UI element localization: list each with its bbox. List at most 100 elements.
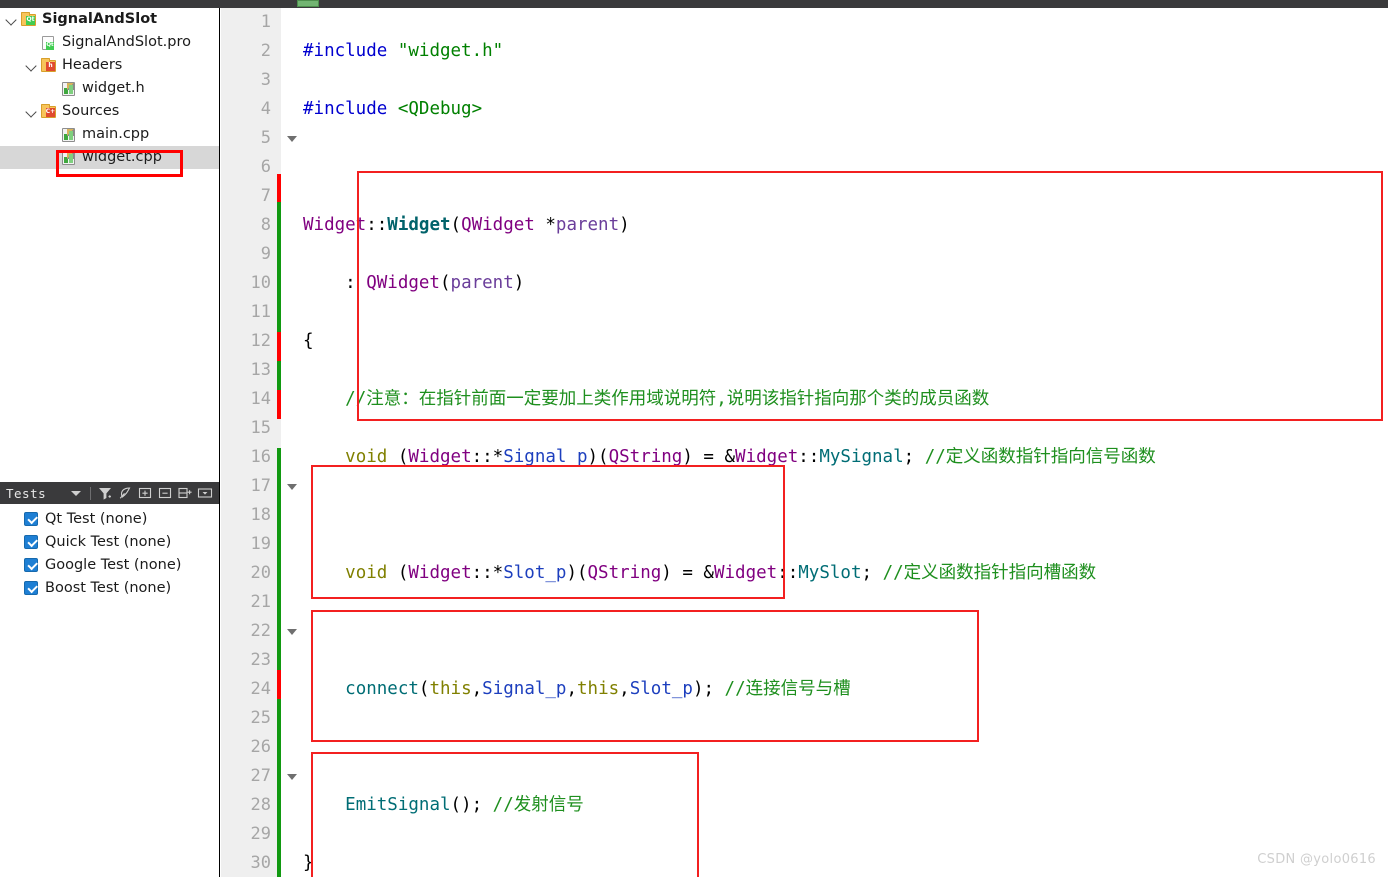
tree-item-widget-cpp[interactable]: widget.cpp — [0, 146, 219, 169]
token: #include — [303, 99, 388, 119]
token: QWidget — [461, 215, 535, 235]
checkbox-checked-icon[interactable] — [24, 534, 38, 549]
token: ( — [418, 679, 430, 699]
changebar-added — [277, 202, 281, 332]
list-item[interactable]: Google Test (none) — [0, 553, 219, 576]
token: :: — [798, 447, 820, 467]
changebar-modified — [277, 174, 281, 202]
token: ) — [619, 215, 630, 235]
line-number: 1 — [260, 12, 271, 32]
tests-list[interactable]: Qt Test (none) Quick Test (none) Google … — [0, 504, 219, 877]
fold-marker-column[interactable] — [285, 8, 303, 877]
tree-item-signalandslot[interactable]: Qt SignalAndSlot — [0, 8, 219, 31]
code-editor[interactable]: 1 2 3 4 5 6 7 8 9 10 11 12 13 14 15 16 17 18 19 20 21 22 23 24 2… — [221, 8, 1388, 877]
token: //注意：在指针前面一定要加上类作用域说明符,说明该指针指向那个类的成员函数 — [345, 389, 990, 409]
source-file-icon — [60, 81, 77, 97]
fold-marker-icon[interactable] — [287, 136, 297, 142]
test-label: Quick Test (none) — [45, 533, 172, 550]
list-item[interactable]: Quick Test (none) — [0, 530, 219, 553]
line-number: 12 — [250, 331, 271, 351]
qt-creator-window: Qt SignalAndSlot Qt SignalAndSlot.pro h … — [0, 0, 1388, 877]
open-file-tab-icon[interactable] — [297, 0, 319, 7]
editor-tabbar-strip — [220, 0, 1388, 8]
collapse-all-icon[interactable] — [155, 483, 175, 503]
token: :: — [777, 563, 799, 583]
line-number: 23 — [250, 650, 271, 670]
code-line-2: #include <QDebug> — [303, 95, 1388, 124]
filter-icon[interactable] — [95, 483, 115, 503]
code-line-1: #include "widget.h" — [303, 37, 1388, 66]
token: void — [345, 563, 388, 583]
token: //发射信号 — [482, 795, 584, 815]
line-number: 14 — [250, 389, 271, 409]
line-number: 21 — [250, 592, 271, 612]
line-number: 10 — [250, 273, 271, 293]
leaf-icon[interactable] — [115, 483, 135, 503]
token: MySignal — [819, 447, 904, 467]
chevron-down-icon[interactable] — [24, 58, 40, 74]
expand-node-icon[interactable] — [175, 483, 195, 503]
tree-item-label: Sources — [62, 103, 120, 120]
checkbox-checked-icon[interactable] — [24, 511, 38, 526]
tree-item-sources[interactable]: C+ Sources — [0, 100, 219, 123]
token: MySlot — [798, 563, 862, 583]
chevron-down-icon[interactable] — [66, 483, 86, 503]
token: { — [303, 331, 314, 351]
code-line-6: { — [303, 327, 1388, 356]
chevron-down-icon[interactable] — [4, 12, 20, 28]
fold-marker-icon[interactable] — [287, 774, 297, 780]
tree-item-widget-h[interactable]: widget.h — [0, 77, 219, 100]
token: ( — [387, 447, 409, 467]
code-text[interactable]: #include "widget.h" #include <QDebug> Wi… — [303, 8, 1388, 877]
checkbox-checked-icon[interactable] — [24, 557, 38, 572]
tree-item-headers[interactable]: h Headers — [0, 54, 219, 77]
expand-all-icon[interactable] — [135, 483, 155, 503]
left-sidebar: Qt SignalAndSlot Qt SignalAndSlot.pro h … — [0, 8, 220, 877]
token: Widget — [387, 215, 451, 235]
project-tree[interactable]: Qt SignalAndSlot Qt SignalAndSlot.pro h … — [0, 8, 219, 466]
token: ( — [387, 563, 409, 583]
options-icon[interactable] — [195, 483, 215, 503]
list-item[interactable]: Qt Test (none) — [0, 507, 219, 530]
token: parent — [450, 273, 514, 293]
changebar-modified — [277, 670, 281, 699]
tree-item-label: widget.cpp — [82, 149, 162, 166]
token: //定义函数指针指向信号函数 — [914, 447, 1156, 467]
folder-qt-icon: Qt — [20, 11, 37, 28]
token: , — [471, 679, 483, 699]
token: //定义函数指针指向槽函数 — [872, 563, 1097, 583]
tree-item-main-cpp[interactable]: main.cpp — [0, 123, 219, 146]
line-number: 22 — [250, 621, 271, 641]
token: ; — [861, 563, 873, 583]
token: Slot_p — [629, 679, 693, 699]
code-line-14: EmitSignal(); //发射信号 — [303, 791, 1388, 820]
tests-panel-header: Tests — [0, 482, 219, 504]
token: <QDebug> — [387, 99, 483, 119]
line-number: 16 — [250, 447, 271, 467]
line-number: 18 — [250, 505, 271, 525]
chevron-down-icon[interactable] — [24, 104, 40, 120]
tree-item-label: widget.h — [82, 80, 145, 97]
line-number: 28 — [250, 795, 271, 815]
line-number: 13 — [250, 360, 271, 380]
line-number: 5 — [260, 128, 271, 148]
line-number: 3 — [260, 70, 271, 90]
token: ; — [903, 447, 915, 467]
checkbox-checked-icon[interactable] — [24, 580, 38, 595]
token: connect — [345, 679, 419, 699]
token: :: — [366, 215, 388, 235]
token: QString — [608, 447, 683, 467]
tree-item-signalandslot-pro[interactable]: Qt SignalAndSlot.pro — [0, 31, 219, 54]
list-item[interactable]: Boost Test (none) — [0, 576, 219, 599]
code-line-4: Widget::Widget(QWidget *parent) — [303, 211, 1388, 240]
token: void — [345, 447, 388, 467]
line-number: 30 — [250, 853, 271, 873]
token: : — [303, 273, 367, 293]
token: Widget — [408, 563, 472, 583]
token: ) = & — [682, 447, 736, 467]
fold-marker-icon[interactable] — [287, 629, 297, 635]
code-line-10: void (Widget::*Slot_p)(QString) = &Widge… — [303, 559, 1388, 588]
changebar-modified — [277, 332, 281, 361]
fold-marker-icon[interactable] — [287, 484, 297, 490]
